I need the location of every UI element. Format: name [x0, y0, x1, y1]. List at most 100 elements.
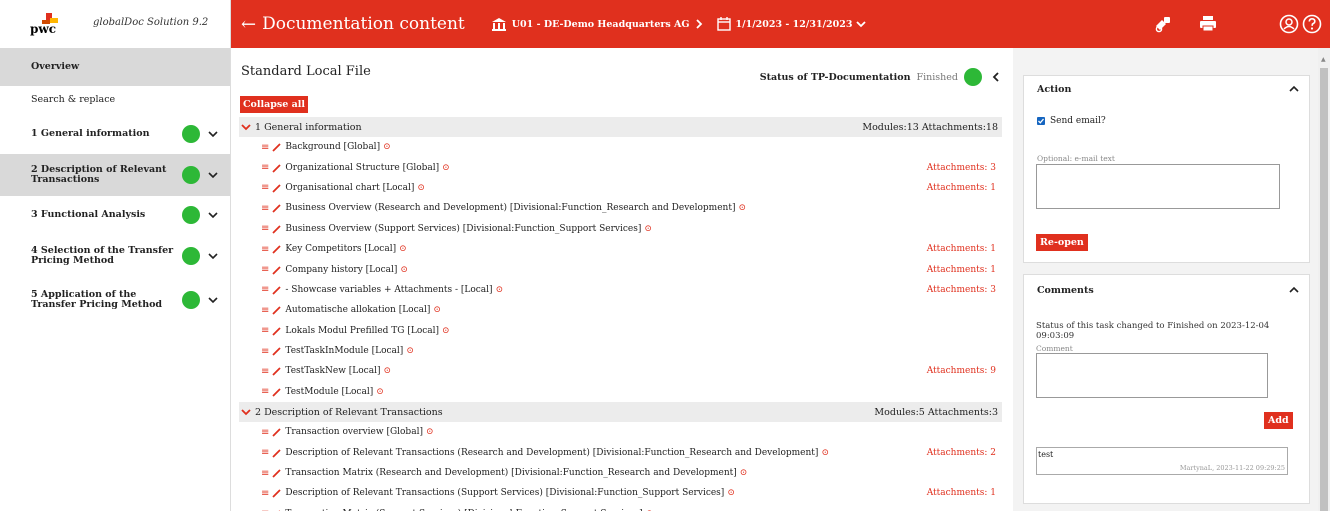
- module-row[interactable]: ≡ Background [Global] ⊙: [239, 137, 1002, 157]
- edit-icon[interactable]: [272, 488, 282, 499]
- view-icon[interactable]: ⊙: [399, 244, 407, 254]
- edit-icon[interactable]: [272, 366, 282, 377]
- period-selector[interactable]: 1/1/2023 - 12/31/2023: [716, 17, 866, 31]
- view-icon[interactable]: ⊙: [383, 366, 391, 376]
- drag-handle-icon[interactable]: ≡: [261, 366, 269, 377]
- email-text-field[interactable]: [1036, 164, 1280, 209]
- page-scrollbar[interactable]: ▲: [1318, 48, 1330, 511]
- module-name[interactable]: Description of Relevant Transactions (Re…: [285, 448, 926, 458]
- module-name[interactable]: Transaction overview [Global] ⊙: [285, 427, 996, 437]
- drag-handle-icon[interactable]: ≡: [261, 346, 269, 357]
- sidebar-item-relevant-transactions[interactable]: 2 Description of Relevant Transactions: [0, 154, 230, 196]
- edit-icon[interactable]: [272, 448, 282, 458]
- module-name[interactable]: Transaction Matrix (Research and Develop…: [285, 468, 996, 478]
- chevron-up-icon[interactable]: [1289, 285, 1299, 295]
- module-row[interactable]: ≡ Transaction Matrix (Research and Develo…: [239, 463, 1002, 483]
- edit-icon[interactable]: [272, 427, 282, 437]
- attachments-link[interactable]: Attachments: 3: [927, 163, 996, 173]
- module-row[interactable]: ≡Transaction Matrix (Support Services) […: [239, 504, 1002, 511]
- module-name[interactable]: TestTaskInModule [Local] ⊙: [285, 346, 996, 356]
- sidebar-item-overview[interactable]: Overview: [0, 48, 230, 86]
- drag-handle-icon[interactable]: ≡: [261, 447, 269, 458]
- chevron-left-icon[interactable]: [992, 72, 1001, 82]
- module-row[interactable]: ≡ Lokals Modul Prefilled TG [Local] ⊙: [239, 321, 1002, 341]
- view-icon[interactable]: ⊙: [496, 285, 504, 295]
- edit-icon[interactable]: [272, 468, 282, 478]
- module-row[interactable]: ≡ - Showcase variables + Attachments - [L…: [239, 280, 1002, 300]
- view-icon[interactable]: ⊙: [383, 142, 391, 152]
- module-row[interactable]: ≡ Business Overview (Research and Develop…: [239, 198, 1002, 218]
- drag-handle-icon[interactable]: ≡: [261, 223, 269, 234]
- collapse-all-button[interactable]: Collapse all: [240, 96, 308, 113]
- drag-handle-icon[interactable]: ≡: [261, 488, 269, 499]
- sidebar-item-selection-tp-method[interactable]: 4 Selection of the Transfer Pricing Meth…: [0, 234, 230, 278]
- edit-icon[interactable]: [272, 142, 282, 152]
- chevron-up-icon[interactable]: [1289, 84, 1299, 94]
- view-icon[interactable]: ⊙: [727, 488, 735, 498]
- edit-icon[interactable]: [272, 183, 282, 193]
- module-name[interactable]: Lokals Modul Prefilled TG [Local] ⊙: [285, 326, 996, 336]
- module-name[interactable]: - Showcase variables + Attachments - [Lo…: [285, 285, 926, 295]
- user-icon[interactable]: [1279, 14, 1299, 34]
- module-row[interactable]: ≡ Key Competitors [Local] ⊙ Attachments: 1: [239, 239, 1002, 259]
- module-row[interactable]: ≡ Business Overview (Support Services) [D…: [239, 219, 1002, 239]
- reopen-button[interactable]: Re-open: [1036, 234, 1088, 251]
- add-comment-button[interactable]: Add: [1264, 412, 1293, 429]
- drag-handle-icon[interactable]: ≡: [261, 284, 269, 295]
- drag-handle-icon[interactable]: ≡: [261, 244, 269, 255]
- module-name[interactable]: Organisational chart [Local] ⊙: [285, 183, 926, 193]
- view-icon[interactable]: ⊙: [644, 224, 652, 234]
- drag-handle-icon[interactable]: ≡: [261, 468, 269, 479]
- attachments-link[interactable]: Attachments: 1: [927, 265, 996, 275]
- view-icon[interactable]: ⊙: [821, 448, 829, 458]
- module-row[interactable]: ≡ Description of Relevant Transactions (R…: [239, 442, 1002, 462]
- chevron-down-icon[interactable]: [208, 129, 218, 139]
- view-icon[interactable]: ⊙: [738, 203, 746, 213]
- chevron-down-icon[interactable]: [241, 407, 251, 417]
- module-name[interactable]: Company history [Local] ⊙: [285, 265, 926, 275]
- view-icon[interactable]: ⊙: [426, 427, 434, 437]
- module-name[interactable]: Key Competitors [Local] ⊙: [285, 244, 926, 254]
- edit-icon[interactable]: [272, 305, 282, 315]
- module-name[interactable]: Description of Relevant Transactions (Su…: [285, 488, 926, 498]
- drag-handle-icon[interactable]: ≡: [261, 427, 269, 438]
- view-icon[interactable]: ⊙: [400, 265, 408, 275]
- send-email-checkbox[interactable]: [1037, 117, 1045, 125]
- module-name[interactable]: TestTaskNew [Local] ⊙: [285, 366, 926, 376]
- module-row[interactable]: ≡ TestTaskInModule [Local] ⊙: [239, 341, 1002, 361]
- edit-icon[interactable]: [272, 224, 282, 234]
- scroll-up-icon[interactable]: ▲: [1321, 56, 1326, 63]
- module-row[interactable]: ≡ TestTaskNew [Local] ⊙ Attachments: 9: [239, 361, 1002, 381]
- back-button[interactable]: ← Documentation content: [241, 14, 465, 35]
- chevron-down-icon[interactable]: [208, 251, 218, 261]
- drag-handle-icon[interactable]: ≡: [261, 142, 269, 153]
- module-row[interactable]: ≡ Description of Relevant Transactions (S…: [239, 483, 1002, 503]
- edit-icon[interactable]: [272, 285, 282, 295]
- drag-handle-icon[interactable]: ≡: [261, 162, 269, 173]
- drag-handle-icon[interactable]: ≡: [261, 305, 269, 316]
- edit-icon[interactable]: [272, 203, 282, 213]
- module-name[interactable]: Organizational Structure [Global] ⊙: [285, 163, 926, 173]
- comment-input[interactable]: [1036, 353, 1268, 398]
- view-icon[interactable]: ⊙: [417, 183, 425, 193]
- edit-icon[interactable]: [272, 163, 282, 173]
- view-icon[interactable]: ⊙: [442, 163, 450, 173]
- module-name[interactable]: Business Overview (Research and Developm…: [285, 203, 996, 213]
- stamp-icon[interactable]: [1154, 15, 1172, 33]
- drag-handle-icon[interactable]: ≡: [261, 386, 269, 397]
- section-header[interactable]: 2 Description of Relevant Transactions Mo…: [239, 402, 1002, 423]
- help-icon[interactable]: [1302, 14, 1322, 34]
- attachments-link[interactable]: Attachments: 9: [927, 366, 996, 376]
- attachments-link[interactable]: Attachments: 2: [927, 448, 996, 458]
- attachments-link[interactable]: Attachments: 1: [927, 488, 996, 498]
- edit-icon[interactable]: [272, 265, 282, 275]
- edit-icon[interactable]: [272, 326, 282, 336]
- attachments-link[interactable]: Attachments: 1: [927, 244, 996, 254]
- attachments-link[interactable]: Attachments: 3: [927, 285, 996, 295]
- drag-handle-icon[interactable]: ≡: [261, 325, 269, 336]
- send-email-option[interactable]: Send email?: [1037, 116, 1106, 126]
- drag-handle-icon[interactable]: ≡: [261, 264, 269, 275]
- sidebar-item-application-tp-method[interactable]: 5 Application of the Transfer Pricing Me…: [0, 278, 230, 322]
- module-name[interactable]: TestModule [Local] ⊙: [285, 387, 996, 397]
- view-icon[interactable]: ⊙: [740, 468, 748, 478]
